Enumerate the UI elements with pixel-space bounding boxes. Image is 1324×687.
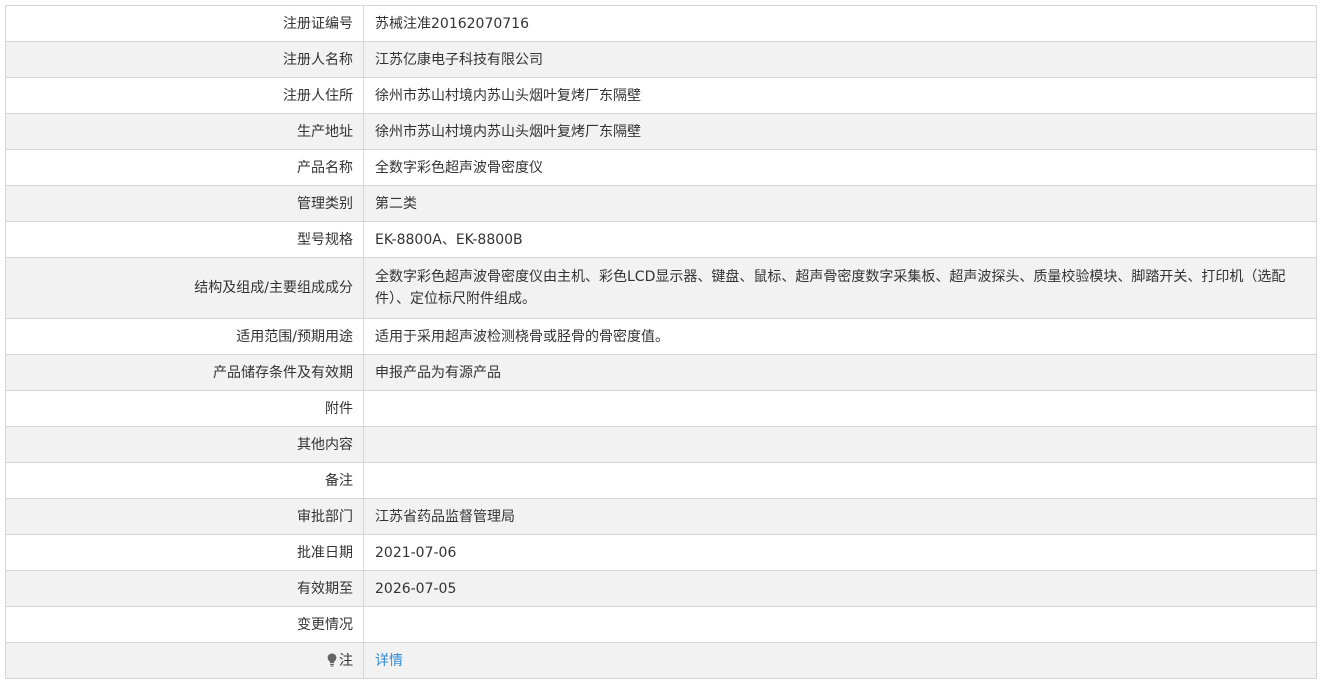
field-label-registrant-address: 注册人住所: [5, 77, 364, 114]
field-value-approval-date: 2021-07-06: [363, 534, 1317, 571]
field-label-production-address: 生产地址: [5, 113, 364, 150]
field-label-registrant-name: 注册人名称: [5, 41, 364, 78]
lightbulb-icon: [327, 652, 337, 667]
table-row: 型号规格 EK-8800A、EK-8800B: [5, 221, 1317, 258]
field-label-note: 注: [5, 642, 364, 679]
field-value-intended-use: 适用于采用超声波检测桡骨或胫骨的骨密度值。: [363, 318, 1317, 355]
table-row: 变更情况: [5, 606, 1317, 643]
table-row: 产品储存条件及有效期 申报产品为有源产品: [5, 354, 1317, 391]
table-row: 注册人名称 江苏亿康电子科技有限公司: [5, 41, 1317, 78]
field-value-model-spec: EK-8800A、EK-8800B: [363, 221, 1317, 258]
field-value-remarks: [363, 462, 1317, 499]
field-value-other-content: [363, 426, 1317, 463]
field-value-production-address: 徐州市苏山村境内苏山头烟叶复烤厂东隔壁: [363, 113, 1317, 150]
field-value-structure-composition: 全数字彩色超声波骨密度仪由主机、彩色LCD显示器、键盘、鼠标、超声骨密度数字采集…: [363, 257, 1317, 319]
field-value-valid-until: 2026-07-05: [363, 570, 1317, 607]
registration-detail-table: 注册证编号 苏械注准20162070716 注册人名称 江苏亿康电子科技有限公司…: [5, 5, 1317, 679]
field-label-attachments: 附件: [5, 390, 364, 427]
field-label-change-history: 变更情况: [5, 606, 364, 643]
field-label-intended-use: 适用范围/预期用途: [5, 318, 364, 355]
table-row: 注册证编号 苏械注准20162070716: [5, 5, 1317, 42]
field-value-management-category: 第二类: [363, 185, 1317, 222]
table-row: 批准日期 2021-07-06: [5, 534, 1317, 571]
field-label-product-name: 产品名称: [5, 149, 364, 186]
field-value-registration-number: 苏械注准20162070716: [363, 5, 1317, 42]
table-row: 生产地址 徐州市苏山村境内苏山头烟叶复烤厂东隔壁: [5, 113, 1317, 150]
field-label-management-category: 管理类别: [5, 185, 364, 222]
field-label-registration-number: 注册证编号: [5, 5, 364, 42]
table-row: 注 详情: [5, 642, 1317, 679]
field-label-approval-date: 批准日期: [5, 534, 364, 571]
field-label-approval-department: 审批部门: [5, 498, 364, 535]
field-value-storage-validity: 申报产品为有源产品: [363, 354, 1317, 391]
field-label-other-content: 其他内容: [5, 426, 364, 463]
table-row: 结构及组成/主要组成成分 全数字彩色超声波骨密度仪由主机、彩色LCD显示器、键盘…: [5, 257, 1317, 319]
table-row: 有效期至 2026-07-05: [5, 570, 1317, 607]
table-row: 其他内容: [5, 426, 1317, 463]
field-value-change-history: [363, 606, 1317, 643]
field-label-structure-composition: 结构及组成/主要组成成分: [5, 257, 364, 319]
table-row: 备注: [5, 462, 1317, 499]
details-link[interactable]: 详情: [375, 653, 403, 669]
table-row: 适用范围/预期用途 适用于采用超声波检测桡骨或胫骨的骨密度值。: [5, 318, 1317, 355]
field-value-attachments: [363, 390, 1317, 427]
table-row: 产品名称 全数字彩色超声波骨密度仪: [5, 149, 1317, 186]
note-label-text: 注: [339, 652, 353, 669]
field-label-remarks: 备注: [5, 462, 364, 499]
field-label-valid-until: 有效期至: [5, 570, 364, 607]
field-label-storage-validity: 产品储存条件及有效期: [5, 354, 364, 391]
table-row: 附件: [5, 390, 1317, 427]
field-value-registrant-address: 徐州市苏山村境内苏山头烟叶复烤厂东隔壁: [363, 77, 1317, 114]
table-row: 注册人住所 徐州市苏山村境内苏山头烟叶复烤厂东隔壁: [5, 77, 1317, 114]
field-value-approval-department: 江苏省药品监督管理局: [363, 498, 1317, 535]
table-row: 管理类别 第二类: [5, 185, 1317, 222]
field-value-note: 详情: [363, 642, 1317, 679]
table-row: 审批部门 江苏省药品监督管理局: [5, 498, 1317, 535]
field-label-model-spec: 型号规格: [5, 221, 364, 258]
field-value-product-name: 全数字彩色超声波骨密度仪: [363, 149, 1317, 186]
field-value-registrant-name: 江苏亿康电子科技有限公司: [363, 41, 1317, 78]
